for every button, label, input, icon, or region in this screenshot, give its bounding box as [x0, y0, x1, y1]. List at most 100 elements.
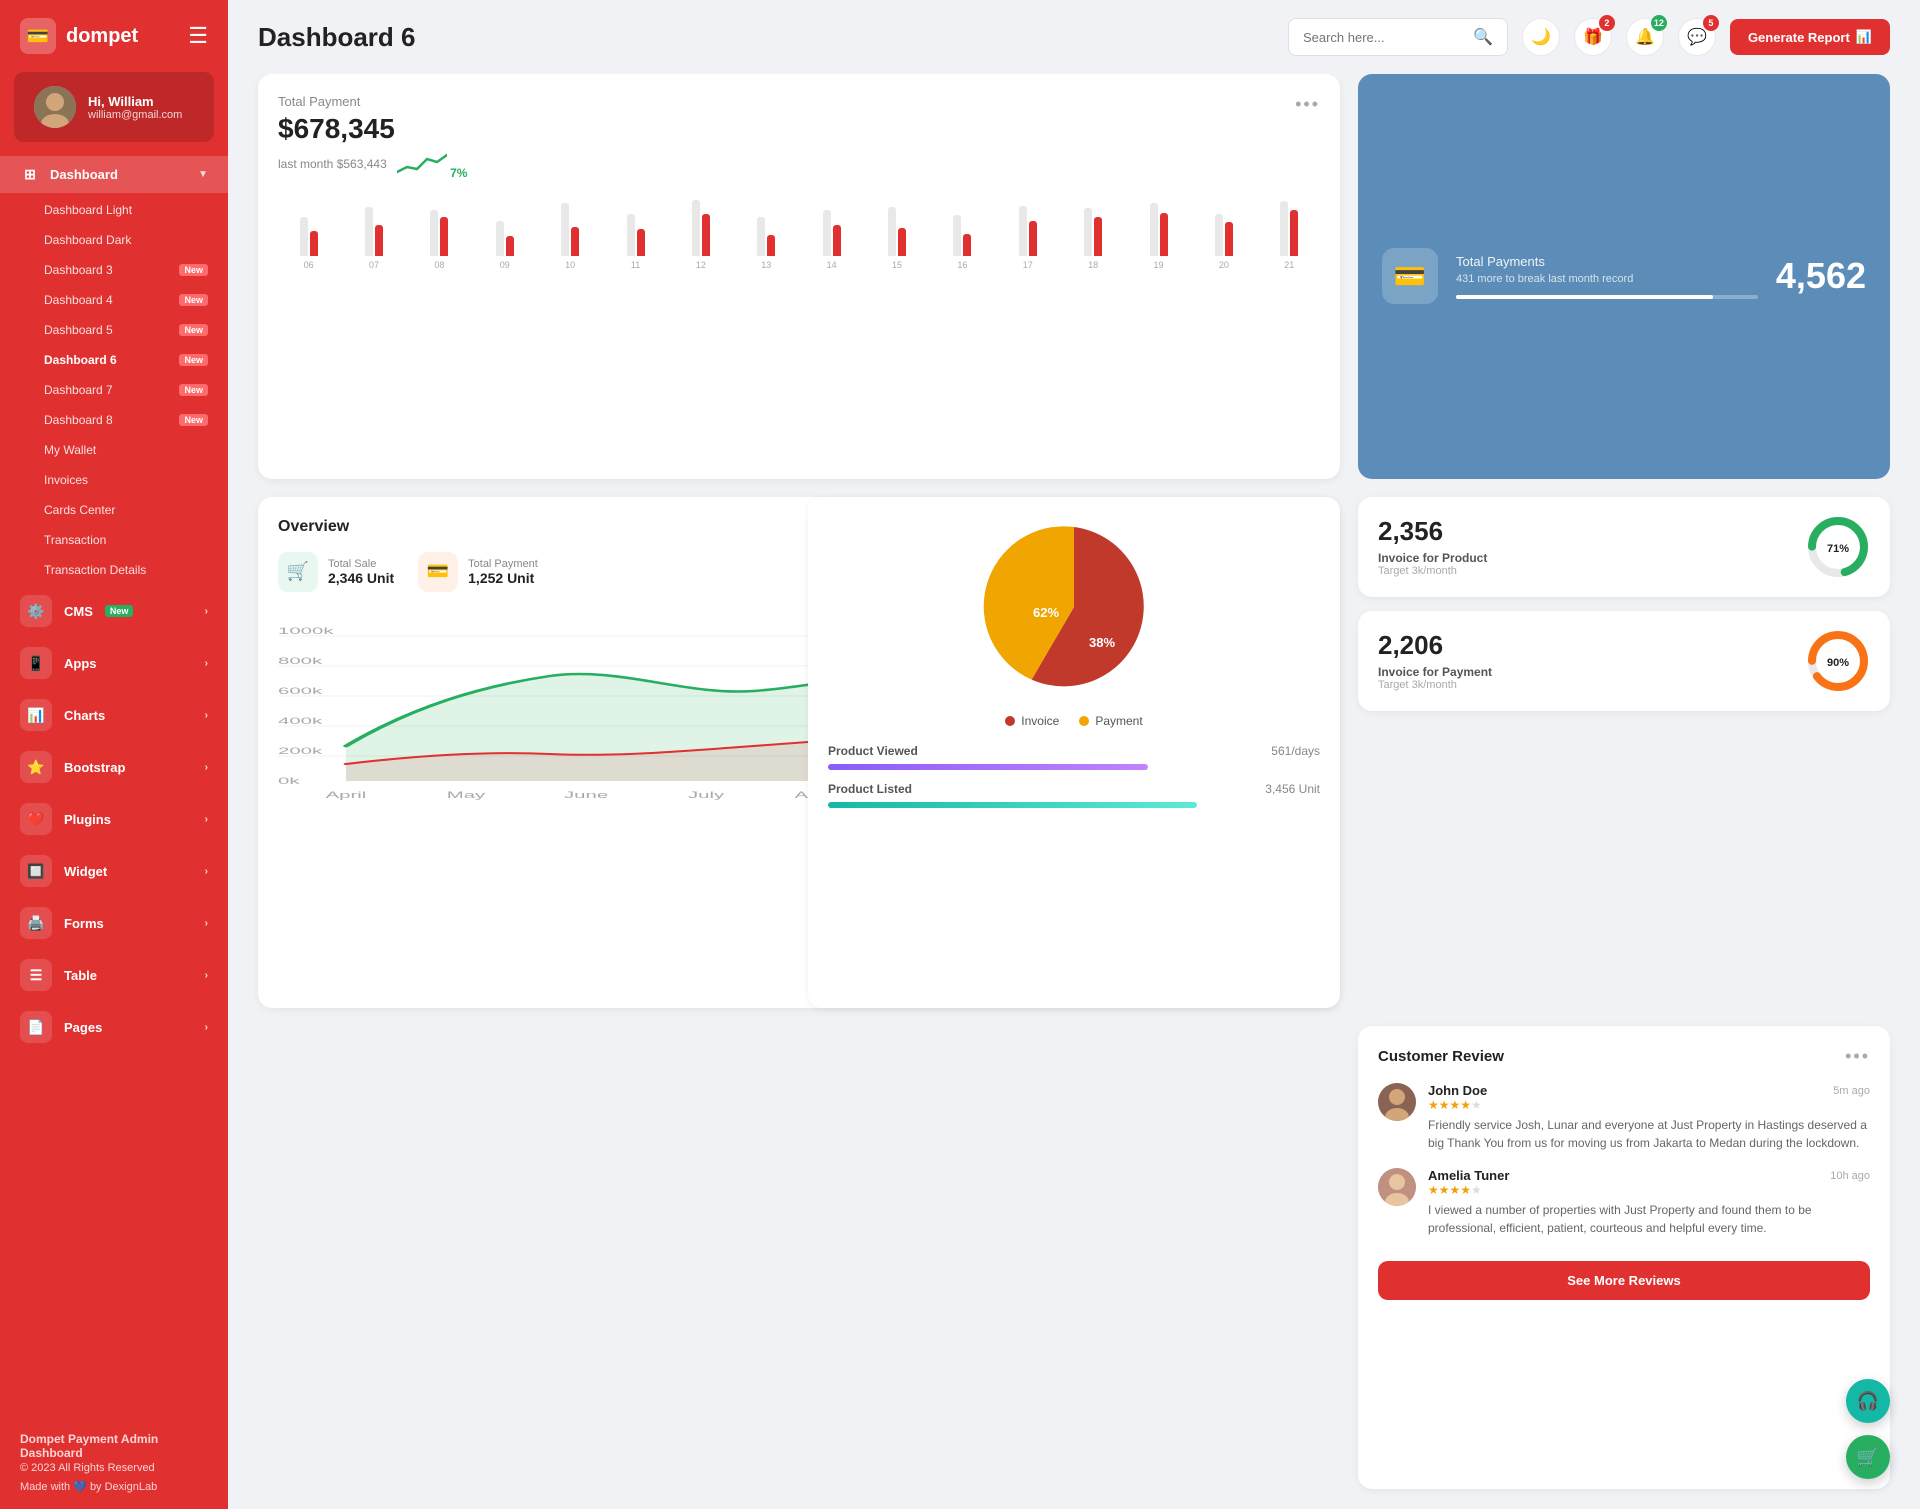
- sidebar-submenu-item[interactable]: Dashboard 6New: [0, 345, 228, 375]
- reviewer-1-name: John Doe: [1428, 1083, 1487, 1098]
- bar-wrap: [1280, 176, 1298, 256]
- gray-bar: [627, 214, 635, 256]
- sidebar-header: 💳 dompet ☰: [0, 0, 228, 72]
- hamburger-icon[interactable]: ☰: [188, 23, 208, 49]
- reviewer-2-avatar: [1378, 1168, 1416, 1206]
- sidebar-section-item[interactable]: 🔲 Widget ›: [0, 845, 228, 897]
- sidebar-section-item[interactable]: ☰ Table ›: [0, 949, 228, 1001]
- mini-line-chart: [397, 147, 447, 177]
- cart-icon: 🛒: [1857, 1447, 1879, 1468]
- reviewer-1-stars: ★★★★★: [1428, 1098, 1870, 1112]
- section-label: Charts: [64, 708, 105, 723]
- reviewer-1-avatar: [1378, 1083, 1416, 1121]
- sidebar-submenu-item[interactable]: Invoices: [0, 465, 228, 495]
- search-icon: 🔍: [1473, 27, 1493, 47]
- sidebar-submenu-item[interactable]: Dashboard Dark: [0, 225, 228, 255]
- app-name: dompet: [66, 25, 138, 48]
- total-payments-blue-card: 💳 Total Payments 431 more to break last …: [1358, 74, 1890, 479]
- footer-made-with: Made with 💙 by DexignLab: [20, 1480, 208, 1493]
- red-bar: [375, 225, 383, 256]
- product-viewed-bar: [828, 764, 1148, 770]
- total-sale-label: Total Sale: [328, 558, 394, 570]
- sidebar-item-dashboard[interactable]: ⊞ Dashboard ▼: [0, 156, 228, 193]
- bar-wrap: [300, 176, 318, 256]
- sidebar-section-item[interactable]: 📄 Pages ›: [0, 1001, 228, 1053]
- sidebar-submenu-item[interactable]: Dashboard 5New: [0, 315, 228, 345]
- new-badge: New: [179, 354, 208, 366]
- main-content: Dashboard 6 🔍 🌙 🎁 2 🔔 12 💬 5 Gen: [228, 0, 1920, 1509]
- sidebar-submenu-item[interactable]: Dashboard 4New: [0, 285, 228, 315]
- reviewer-2-name: Amelia Tuner: [1428, 1168, 1509, 1183]
- section-icon: 📱: [20, 647, 52, 679]
- svg-text:1000k: 1000k: [278, 626, 334, 636]
- overview-title: Overview: [278, 518, 349, 536]
- svg-text:600k: 600k: [278, 686, 322, 696]
- review-more-icon[interactable]: •••: [1845, 1046, 1870, 1067]
- chevron-right-icon: ›: [205, 918, 208, 929]
- svg-text:July: July: [688, 790, 724, 800]
- bar-wrap: [953, 176, 971, 256]
- bar-group: 11: [605, 176, 666, 270]
- sidebar-submenu-item[interactable]: Dashboard 8New: [0, 405, 228, 435]
- chevron-right-icon: ›: [205, 710, 208, 721]
- support-fab[interactable]: 🎧: [1846, 1379, 1890, 1423]
- gray-bar: [1280, 201, 1288, 256]
- bar-wrap: [1215, 176, 1233, 256]
- red-bar: [898, 228, 906, 256]
- sidebar-submenu-item[interactable]: My Wallet: [0, 435, 228, 465]
- review-title: Customer Review: [1378, 1048, 1504, 1065]
- chat-button[interactable]: 💬 5: [1678, 18, 1716, 56]
- sidebar-section-item[interactable]: 🖨️ Forms ›: [0, 897, 228, 949]
- sidebar-submenu-item[interactable]: Transaction Details: [0, 555, 228, 585]
- sidebar-sections: ⚙️ CMS New › 📱 Apps › 📊 Charts › ⭐ Boots…: [0, 585, 228, 1053]
- sidebar-submenu-item[interactable]: Dashboard 3New: [0, 255, 228, 285]
- section-label: Table: [64, 968, 97, 983]
- pie-legend: Invoice Payment: [828, 714, 1320, 728]
- bell-button[interactable]: 🔔 12: [1626, 18, 1664, 56]
- more-options-icon[interactable]: •••: [1295, 94, 1320, 115]
- reviewer-1-time: 5m ago: [1833, 1085, 1870, 1097]
- sidebar-section-item[interactable]: ❤️ Plugins ›: [0, 793, 228, 845]
- bar-wrap: [888, 176, 906, 256]
- chevron-right-icon: ›: [205, 866, 208, 877]
- bar-group: 08: [409, 176, 470, 270]
- inv-payment-target: Target 3k/month: [1378, 679, 1492, 691]
- product-viewed-value: 561/days: [1271, 744, 1320, 758]
- moon-toggle-button[interactable]: 🌙: [1522, 18, 1560, 56]
- search-input[interactable]: [1303, 30, 1465, 45]
- chat-badge: 5: [1703, 15, 1719, 31]
- section-label: Plugins: [64, 812, 111, 827]
- generate-report-button[interactable]: Generate Report 📊: [1730, 19, 1890, 55]
- bar-label: 10: [565, 260, 575, 270]
- bar-wrap: [823, 176, 841, 256]
- bar-label: 20: [1219, 260, 1229, 270]
- bar-label: 07: [369, 260, 379, 270]
- new-badge: New: [179, 264, 208, 276]
- gift-button[interactable]: 🎁 2: [1574, 18, 1612, 56]
- bar-group: 06: [278, 176, 339, 270]
- product-viewed-label: Product Viewed: [828, 744, 918, 758]
- invoice-product-card: 2,356 Invoice for Product Target 3k/mont…: [1358, 497, 1890, 597]
- sidebar-submenu-item[interactable]: Transaction: [0, 525, 228, 555]
- tpb-progress-bar: [1456, 295, 1758, 299]
- cart-fab[interactable]: 🛒: [1846, 1435, 1890, 1479]
- sidebar-submenu: Dashboard LightDashboard DarkDashboard 3…: [0, 195, 228, 585]
- svg-text:April: April: [326, 790, 367, 800]
- sidebar-submenu-item[interactable]: Dashboard Light: [0, 195, 228, 225]
- sidebar-footer: Dompet Payment Admin Dashboard © 2023 Al…: [0, 1416, 228, 1509]
- profile-name: Hi, William: [88, 94, 182, 109]
- sidebar-section-item[interactable]: 📱 Apps ›: [0, 637, 228, 689]
- see-more-reviews-button[interactable]: See More Reviews: [1378, 1261, 1870, 1300]
- sidebar-submenu-item[interactable]: Dashboard 7New: [0, 375, 228, 405]
- bar-group: 07: [343, 176, 404, 270]
- sidebar-section-item[interactable]: ⚙️ CMS New ›: [0, 585, 228, 637]
- sidebar-section-item[interactable]: ⭐ Bootstrap ›: [0, 741, 228, 793]
- sidebar-section-item[interactable]: 📊 Charts ›: [0, 689, 228, 741]
- invoice-legend-dot: [1005, 716, 1015, 726]
- total-payment-stat: 💳 Total Payment 1,252 Unit: [418, 552, 538, 592]
- bell-badge: 12: [1651, 15, 1667, 31]
- sidebar-submenu-item[interactable]: Cards Center: [0, 495, 228, 525]
- bar-group: 17: [997, 176, 1058, 270]
- svg-text:38%: 38%: [1089, 635, 1115, 650]
- svg-text:0k: 0k: [278, 776, 300, 786]
